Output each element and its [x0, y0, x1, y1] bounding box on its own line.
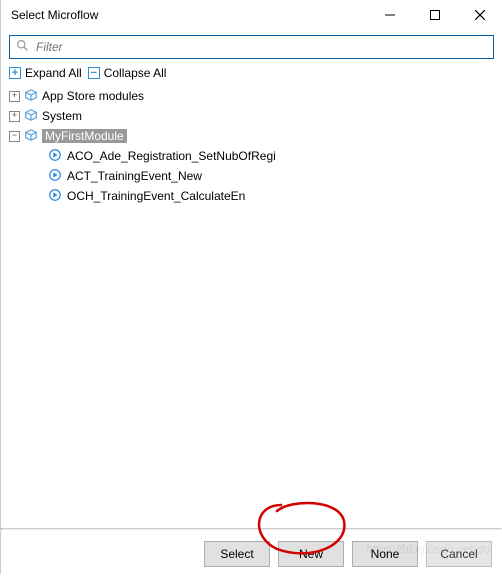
button-bar: Select New None Cancel: [1, 530, 502, 578]
microflow-label: ACO_Ade_Registration_SetNubOfRegi: [67, 149, 276, 163]
plus-icon: +: [9, 67, 21, 79]
microflow-icon: [48, 188, 62, 205]
minimize-button[interactable]: [367, 0, 412, 30]
tree-node-module[interactable]: + App Store modules: [9, 86, 494, 106]
microflow-icon: [48, 148, 62, 165]
filter-wrap: [1, 30, 502, 64]
expand-all-label: Expand All: [25, 66, 82, 80]
new-button[interactable]: New: [278, 541, 344, 567]
none-button-label: None: [371, 547, 400, 561]
expand-toolbar: + Expand All − Collapse All: [1, 64, 502, 86]
select-button[interactable]: Select: [204, 541, 270, 567]
microflow-icon: [48, 168, 62, 185]
search-icon: [16, 39, 29, 55]
none-button[interactable]: None: [352, 541, 418, 567]
collapse-toggle[interactable]: −: [9, 131, 20, 142]
cancel-button[interactable]: Cancel: [426, 541, 492, 567]
close-icon: [475, 10, 485, 20]
minimize-icon: [385, 10, 395, 20]
close-button[interactable]: [457, 0, 502, 30]
maximize-icon: [430, 10, 440, 20]
tree: + App Store modules + System − MyFirstMo…: [1, 86, 502, 528]
module-icon: [24, 88, 38, 105]
filter-input[interactable]: [34, 39, 487, 55]
microflow-label: OCH_TrainingEvent_CalculateEn: [67, 189, 245, 203]
new-button-label: New: [299, 547, 323, 561]
module-icon: [24, 108, 38, 125]
tree-node-microflow[interactable]: ACO_Ade_Registration_SetNubOfRegi: [9, 146, 494, 166]
microflow-label: ACT_TrainingEvent_New: [67, 169, 202, 183]
minus-icon: −: [88, 67, 100, 79]
expand-toggle[interactable]: +: [9, 111, 20, 122]
tree-node-module[interactable]: − MyFirstModule: [9, 126, 494, 146]
module-label: System: [42, 109, 82, 123]
tree-node-microflow[interactable]: ACT_TrainingEvent_New: [9, 166, 494, 186]
maximize-button[interactable]: [412, 0, 457, 30]
window-title: Select Microflow: [11, 8, 367, 22]
select-button-label: Select: [220, 547, 253, 561]
filter-box[interactable]: [9, 35, 494, 59]
tree-node-microflow[interactable]: OCH_TrainingEvent_CalculateEn: [9, 186, 494, 206]
title-bar: Select Microflow: [1, 0, 502, 30]
module-icon: [24, 128, 38, 145]
cancel-button-label: Cancel: [440, 547, 477, 561]
collapse-all-button[interactable]: − Collapse All: [88, 66, 167, 80]
module-label-selected: MyFirstModule: [42, 129, 127, 143]
collapse-all-label: Collapse All: [104, 66, 167, 80]
expand-all-button[interactable]: + Expand All: [9, 66, 82, 80]
tree-node-module[interactable]: + System: [9, 106, 494, 126]
module-label: App Store modules: [42, 89, 144, 103]
expand-toggle[interactable]: +: [9, 91, 20, 102]
